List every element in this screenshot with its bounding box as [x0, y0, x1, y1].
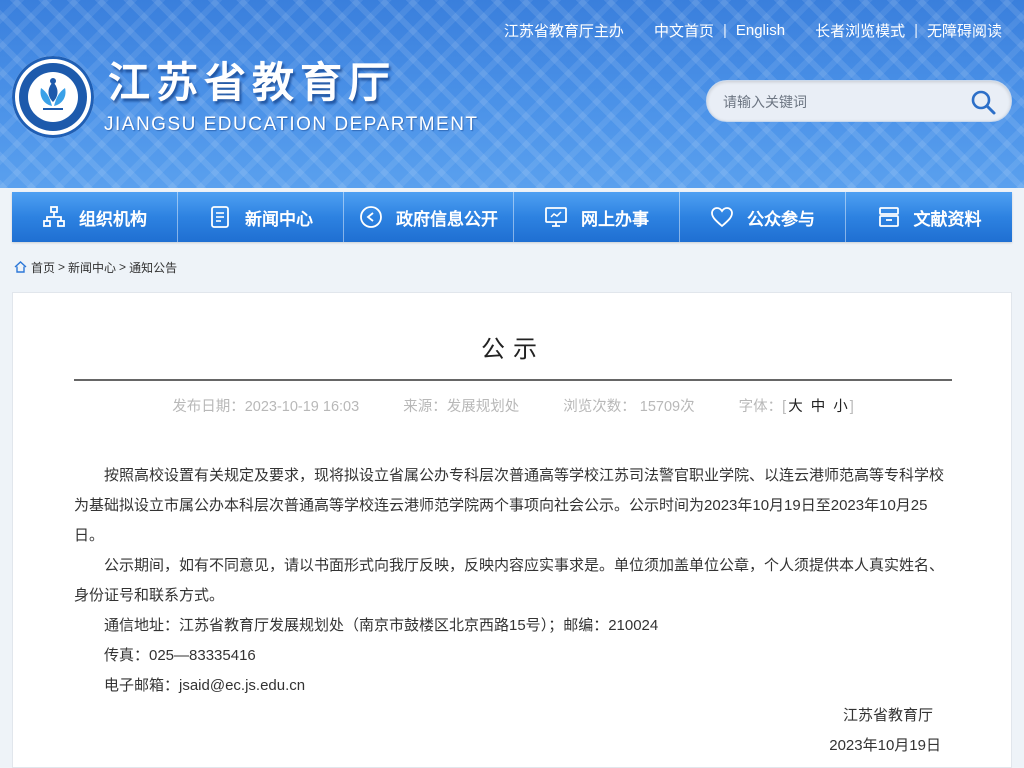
- archive-icon: [878, 207, 899, 227]
- accessible-reading-link[interactable]: 无障碍阅读: [927, 20, 1002, 41]
- nav-item-online-service[interactable]: 网上办事: [514, 192, 680, 242]
- nav-label: 网上办事: [581, 209, 649, 230]
- emblem-icon: [40, 78, 66, 110]
- search-icon[interactable]: [969, 88, 997, 116]
- home-cn-link[interactable]: 中文首页: [654, 20, 714, 41]
- article-title: 公示: [481, 335, 545, 363]
- nav-item-news[interactable]: 新闻中心: [178, 192, 344, 242]
- font-size-bracket-open: [: [782, 399, 787, 415]
- site-header: 江苏省教育厅主办 中文首页 | English 长者浏览模式 | 无障碍阅读 江…: [0, 0, 1024, 188]
- article-source: 来源：发展规划处: [403, 399, 520, 415]
- view-count: 浏览次数： 15709次: [563, 399, 695, 415]
- contact-email: 电子邮箱：jsaid@ec.js.edu.cn: [104, 677, 306, 694]
- top-links: 江苏省教育厅主办 中文首页 | English 长者浏览模式 | 无障碍阅读: [504, 20, 1002, 40]
- heart-icon: [711, 207, 733, 228]
- main-nav: 组织机构 新闻中心 政府信息公开 网上办事 公众参与 文献资料: [12, 192, 1012, 242]
- elderly-mode-link[interactable]: 长者浏览模式: [815, 20, 905, 41]
- breadcrumb-news[interactable]: 新闻中心: [68, 259, 116, 276]
- signature-date: 2023年10月19日: [829, 737, 941, 754]
- breadcrumb-separator: >: [58, 260, 66, 274]
- contact-address: 通信地址：江苏省教育厅发展规划处（南京市鼓楼区北京西路15号）；邮编：21002…: [104, 617, 659, 634]
- monitor-icon: [545, 207, 567, 227]
- nav-item-organization[interactable]: 组织机构: [12, 192, 178, 242]
- publish-date: 发布日期：2023-10-19 16:03: [172, 399, 360, 415]
- nav-label: 组织机构: [79, 209, 147, 230]
- font-size-large-button[interactable]: 大: [788, 399, 803, 415]
- breadcrumb-notices[interactable]: 通知公告: [129, 259, 177, 276]
- font-size-label: 字体：: [738, 399, 783, 415]
- site-logo[interactable]: [12, 56, 94, 138]
- speaker-icon: [360, 206, 382, 228]
- nav-item-public-participation[interactable]: 公众参与: [680, 192, 846, 242]
- search-box: [706, 80, 1012, 122]
- breadcrumb-home[interactable]: 首页: [31, 259, 55, 276]
- search-input[interactable]: [723, 89, 953, 115]
- signature-org: 江苏省教育厅: [842, 707, 933, 724]
- nav-item-gov-info[interactable]: 政府信息公开: [344, 192, 514, 242]
- article-paragraph: 按照高校设置有关规定及要求，现将拟设立省属公办专科层次普通高等学校江苏司法警官职…: [74, 467, 945, 544]
- article-meta: 发布日期：2023-10-19 16:03 来源：发展规划处 浏览次数： 157…: [74, 397, 952, 417]
- font-size-bracket-close: ]: [849, 399, 854, 415]
- english-link[interactable]: English: [736, 22, 785, 39]
- font-size-small-button[interactable]: 小: [833, 399, 848, 415]
- document-icon: [211, 206, 229, 228]
- nav-label: 政府信息公开: [396, 209, 498, 230]
- nav-item-literature[interactable]: 文献资料: [846, 192, 1012, 242]
- site-title: 江苏省教育厅: [108, 58, 397, 107]
- contact-fax: 传真：025—83335416: [104, 647, 256, 664]
- sponsor-text: 江苏省教育厅主办: [503, 22, 624, 40]
- article-panel: 公示 发布日期：2023-10-19 16:03 来源：发展规划处 浏览次数： …: [12, 292, 1012, 768]
- article-paragraph: 公示期间，如有不同意见，请以书面形式向我厅反映，反映内容应实事求是。单位须加盖单…: [74, 557, 945, 604]
- title-divider: [74, 379, 952, 381]
- nav-label: 新闻中心: [245, 209, 313, 230]
- breadcrumb-separator: >: [119, 260, 127, 274]
- article-body: 按照高校设置有关规定及要求，现将拟设立省属公办专科层次普通高等学校江苏司法警官职…: [74, 461, 952, 701]
- breadcrumb: 首页 > 新闻中心 > 通知公告: [14, 258, 177, 276]
- org-chart-icon: [43, 206, 65, 227]
- top-link-separator: |: [722, 21, 727, 39]
- nav-label: 公众参与: [747, 209, 815, 230]
- article-signature: 江苏省教育厅 2023年10月19日: [829, 701, 941, 761]
- font-size-medium-button[interactable]: 中: [811, 399, 826, 415]
- top-link-separator: |: [914, 21, 918, 39]
- nav-label: 文献资料: [913, 209, 982, 230]
- home-icon: [14, 261, 27, 273]
- site-subtitle: JIANGSU EDUCATION DEPARTMENT: [104, 114, 479, 135]
